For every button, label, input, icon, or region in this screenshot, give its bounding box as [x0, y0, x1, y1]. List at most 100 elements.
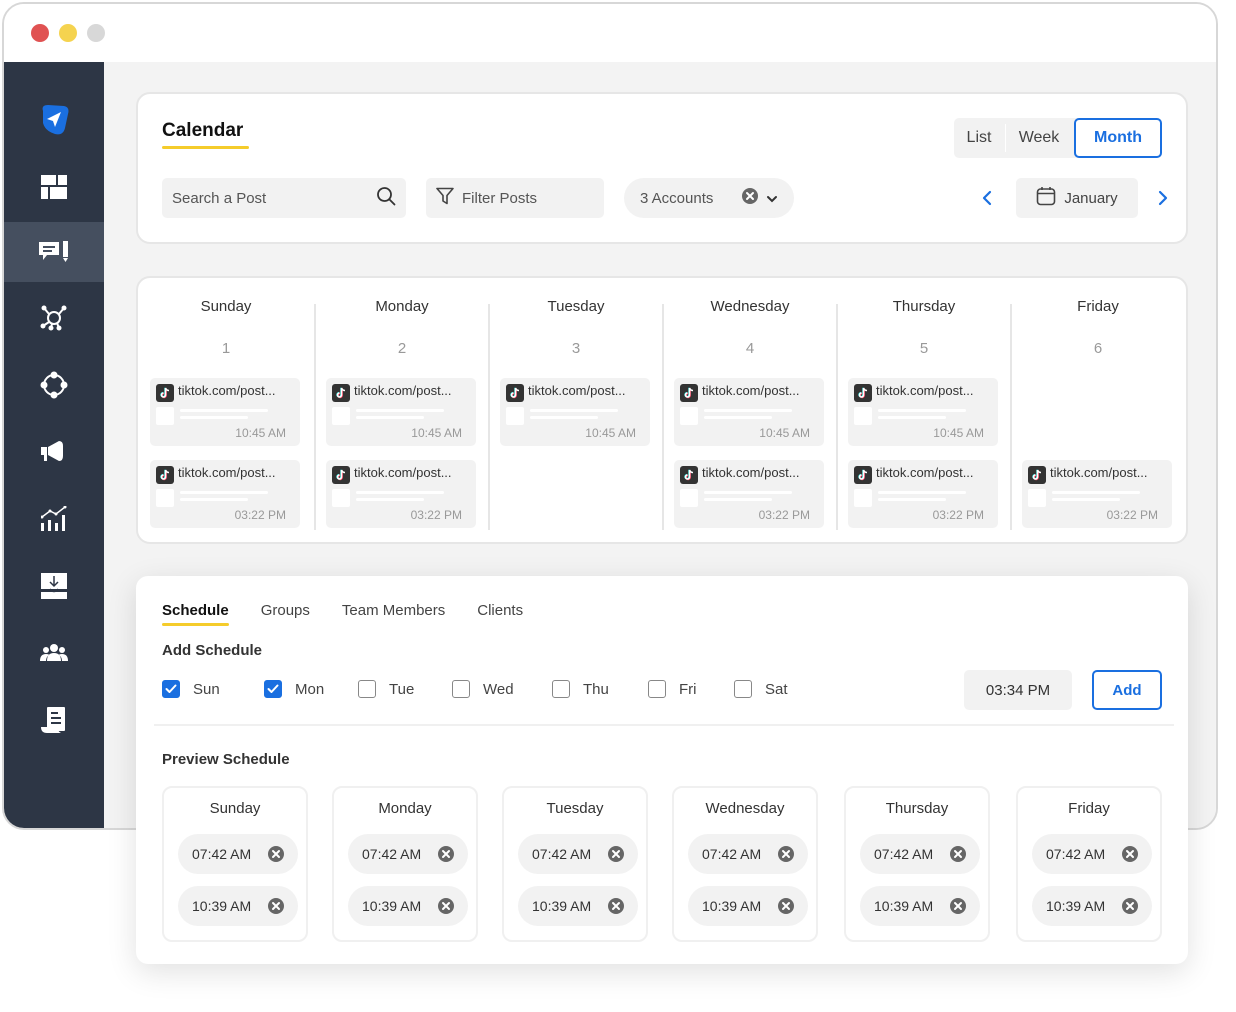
remove-time-icon[interactable]: [950, 846, 966, 862]
sidebar-item-connections[interactable]: [4, 355, 104, 415]
checkbox[interactable]: [162, 680, 180, 698]
time-slot-label: 07:42 AM: [874, 846, 934, 862]
remove-time-icon[interactable]: [1122, 846, 1138, 862]
view-week-button[interactable]: Week: [1006, 118, 1072, 158]
month-picker[interactable]: January: [1016, 178, 1138, 218]
sidebar-item-reports[interactable]: [4, 690, 104, 750]
sidebar-item-campaigns[interactable]: [4, 422, 104, 482]
dashboard-grid-icon: [41, 175, 67, 199]
tab-team-members[interactable]: Team Members: [342, 602, 445, 619]
search-input[interactable]: [172, 189, 376, 207]
post-text-placeholder: [530, 416, 598, 419]
day-number[interactable]: 4: [674, 340, 826, 357]
remove-time-icon[interactable]: [950, 898, 966, 914]
scheduled-post[interactable]: tiktok.com/post... 10:45 AM: [500, 378, 650, 446]
sidebar-item-analytics[interactable]: [4, 489, 104, 549]
post-time: 03:22 PM: [234, 508, 286, 522]
title-bar: [4, 4, 1216, 62]
scheduled-post[interactable]: tiktok.com/post... 10:45 AM: [150, 378, 300, 446]
sidebar-item-logo[interactable]: [4, 90, 104, 150]
weekday-checkbox-mon[interactable]: Mon: [264, 680, 324, 698]
weekday-checkbox-tue[interactable]: Tue: [358, 680, 414, 698]
scheduled-post[interactable]: tiktok.com/post... 10:45 AM: [326, 378, 476, 446]
weekday-checkbox-sat[interactable]: Sat: [734, 680, 788, 698]
remove-time-icon[interactable]: [268, 846, 284, 862]
view-month-button[interactable]: Month: [1074, 118, 1162, 158]
weekday-checkbox-sun[interactable]: Sun: [162, 680, 220, 698]
next-month-button[interactable]: [1152, 188, 1172, 213]
accounts-label: 3 Accounts: [640, 189, 714, 207]
day-number[interactable]: 1: [150, 340, 302, 357]
day-number[interactable]: 2: [326, 340, 478, 357]
checkbox[interactable]: [264, 680, 282, 698]
post-text-placeholder: [704, 409, 792, 412]
post-text-placeholder: [356, 416, 424, 419]
scheduled-post[interactable]: tiktok.com/post... 03:22 PM: [326, 460, 476, 528]
post-text-placeholder: [180, 498, 248, 501]
zoom-window-button[interactable]: [87, 24, 105, 42]
schedule-panel: Schedule Groups Team Members Clients Add Sc…: [136, 576, 1188, 964]
sidebar-item-network[interactable]: [4, 288, 104, 348]
previous-month-button[interactable]: [978, 188, 998, 213]
view-list-button[interactable]: List: [954, 118, 1004, 158]
remove-time-icon[interactable]: [438, 898, 454, 914]
scheduled-post[interactable]: tiktok.com/post... 03:22 PM: [1022, 460, 1172, 528]
scheduled-post[interactable]: tiktok.com/post... 03:22 PM: [674, 460, 824, 528]
post-thumbnail: [506, 407, 524, 425]
preview-day-name: Tuesday: [546, 800, 604, 817]
checkbox[interactable]: [358, 680, 376, 698]
remove-time-icon[interactable]: [608, 846, 624, 862]
tab-schedule[interactable]: Schedule: [162, 602, 229, 626]
checkbox[interactable]: [648, 680, 666, 698]
day-column: Wednesday 4 tiktok.com/post... 10:45 AM …: [674, 278, 826, 542]
checkbox[interactable]: [734, 680, 752, 698]
remove-time-icon[interactable]: [1122, 898, 1138, 914]
post-text-placeholder: [1052, 491, 1140, 494]
weekday-checkbox-fri[interactable]: Fri: [648, 680, 697, 698]
clear-accounts-icon[interactable]: [742, 188, 758, 208]
remove-time-icon[interactable]: [268, 898, 284, 914]
day-number[interactable]: 3: [500, 340, 652, 357]
post-thumbnail: [156, 407, 174, 425]
checkbox[interactable]: [452, 680, 470, 698]
scheduled-post[interactable]: tiktok.com/post... 10:45 AM: [848, 378, 998, 446]
weekday-checkbox-wed[interactable]: Wed: [452, 680, 514, 698]
post-thumbnail: [332, 489, 350, 507]
sidebar-item-dashboard[interactable]: [4, 157, 104, 217]
post-text-placeholder: [530, 409, 618, 412]
sidebar-item-posts[interactable]: [4, 222, 104, 282]
tab-groups[interactable]: Groups: [261, 602, 310, 619]
close-window-button[interactable]: [31, 24, 49, 42]
scheduled-post[interactable]: tiktok.com/post... 03:22 PM: [150, 460, 300, 528]
search-icon[interactable]: [376, 186, 396, 211]
remove-time-icon[interactable]: [778, 898, 794, 914]
sidebar-item-team[interactable]: [4, 623, 104, 683]
circle-nodes-icon: [40, 371, 68, 399]
weekday-checkbox-thu[interactable]: Thu: [552, 680, 609, 698]
day-number[interactable]: 6: [1022, 340, 1174, 357]
sidebar-item-inbox[interactable]: [4, 556, 104, 616]
accounts-select[interactable]: 3 Accounts: [624, 178, 794, 218]
preview-day-column: Sunday 07:42 AM 10:39 AM: [162, 786, 308, 942]
remove-time-icon[interactable]: [778, 846, 794, 862]
filter-posts-button[interactable]: Filter Posts: [426, 178, 604, 218]
scheduled-post[interactable]: tiktok.com/post... 03:22 PM: [848, 460, 998, 528]
time-slot-chip: 10:39 AM: [688, 886, 808, 926]
checkbox[interactable]: [552, 680, 570, 698]
remove-time-icon[interactable]: [608, 898, 624, 914]
tab-clients[interactable]: Clients: [477, 602, 523, 619]
post-text-placeholder: [878, 491, 966, 494]
post-url: tiktok.com/post...: [354, 383, 452, 398]
weekday-label: Mon: [295, 680, 325, 698]
time-slot-label: 10:39 AM: [532, 898, 592, 914]
tiktok-icon: [506, 384, 524, 402]
minimize-window-button[interactable]: [59, 24, 77, 42]
day-number[interactable]: 5: [848, 340, 1000, 357]
add-schedule-button[interactable]: Add: [1092, 670, 1162, 710]
scheduled-post[interactable]: tiktok.com/post... 10:45 AM: [674, 378, 824, 446]
post-url: tiktok.com/post...: [702, 465, 800, 480]
post-time: 10:45 AM: [235, 426, 286, 440]
remove-time-icon[interactable]: [438, 846, 454, 862]
chevron-down-icon[interactable]: [766, 190, 778, 207]
time-input[interactable]: [964, 670, 1072, 710]
